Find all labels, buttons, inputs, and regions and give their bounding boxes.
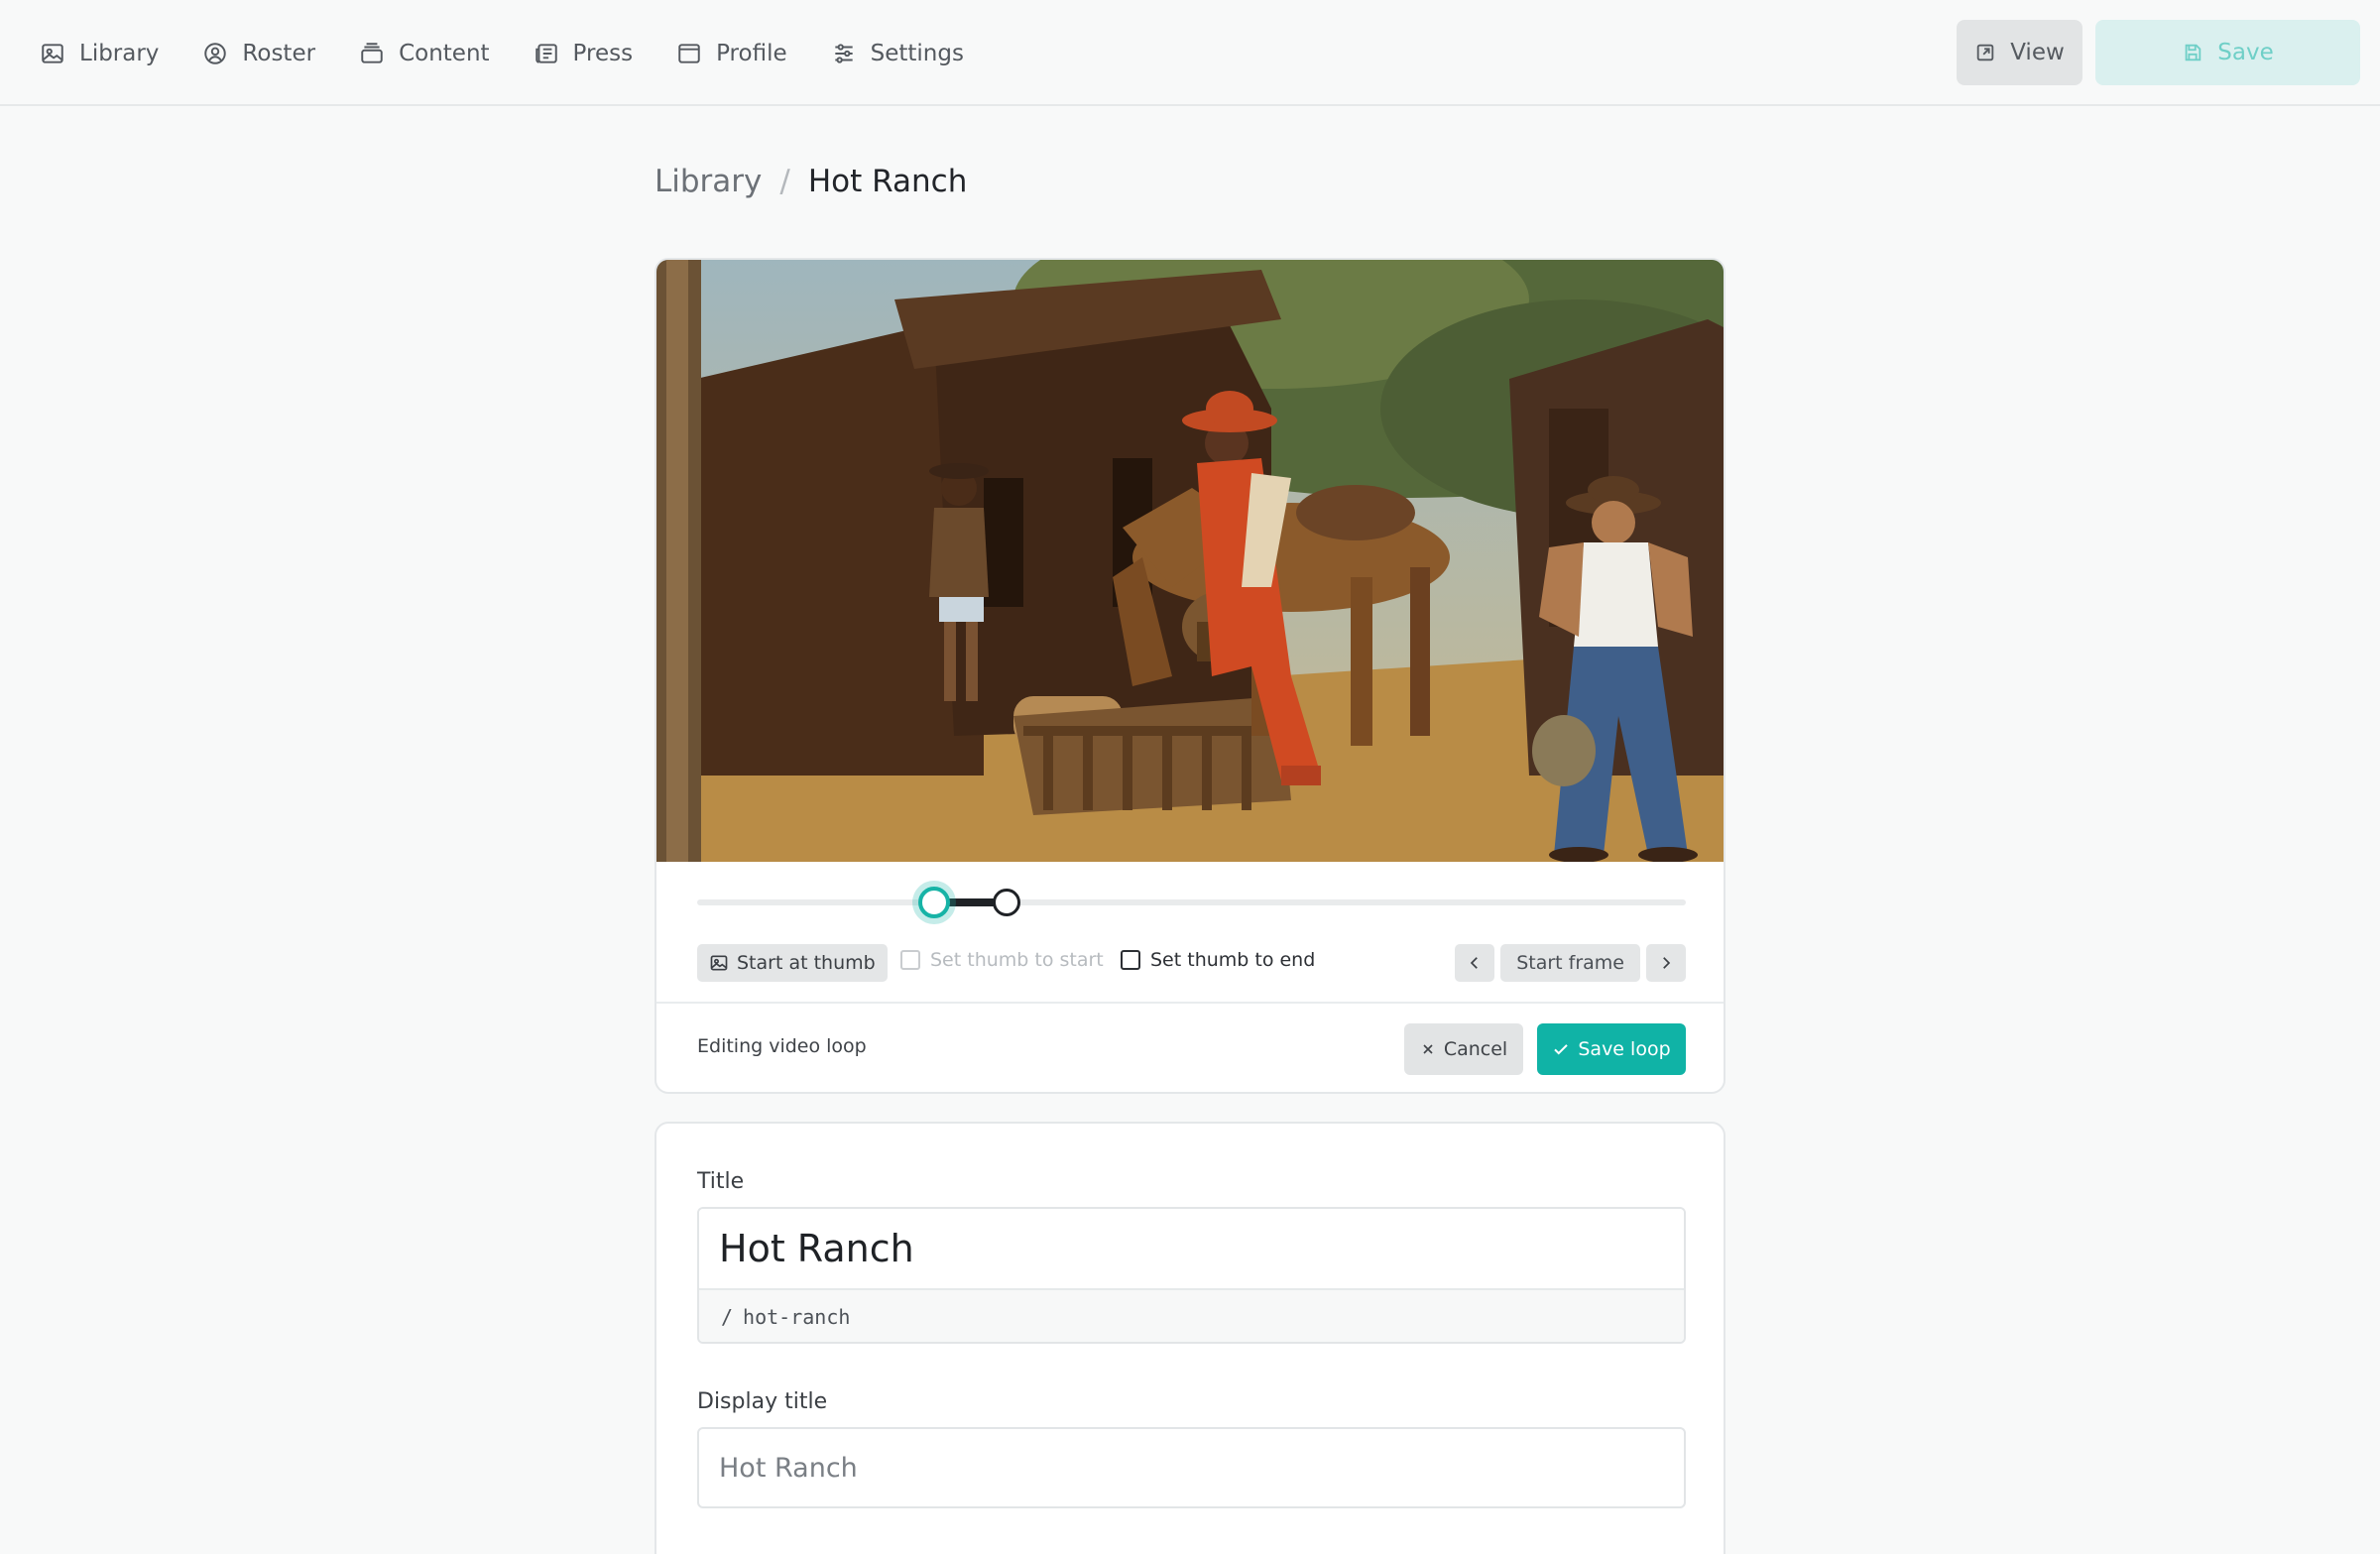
nav-item-roster[interactable]: Roster (202, 24, 315, 83)
title-label: Title (697, 1169, 745, 1194)
nav-item-content[interactable]: Content (359, 24, 490, 83)
check-icon (1554, 1044, 1569, 1055)
nav-label: Profile (716, 40, 787, 66)
nav-label: Roster (242, 40, 316, 66)
close-icon (1423, 1044, 1433, 1054)
save-loop-button[interactable]: Save loop (1537, 1023, 1686, 1075)
divider (656, 1002, 1724, 1004)
chevron-left-icon (1471, 957, 1479, 969)
title-field-group: / hot-ranch (697, 1207, 1686, 1344)
checkbox-square[interactable] (1121, 950, 1140, 970)
checkbox-square (900, 950, 920, 970)
chevron-right-icon (1663, 957, 1671, 969)
user-circle-icon (204, 42, 227, 64)
loop-toolbar: Start at thumb Set thumb to start Set th… (697, 942, 1686, 984)
loop-status-text: Editing video loop (697, 1035, 867, 1057)
breadcrumb-separator: / (779, 164, 790, 199)
nav-label: Press (572, 40, 634, 66)
breadcrumb: Library / Hot Ranch (654, 159, 967, 204)
breadcrumb-parent-link[interactable]: Library (654, 164, 762, 199)
start-at-thumb-label: Start at thumb (737, 952, 876, 974)
cancel-button[interactable]: Cancel (1404, 1023, 1523, 1075)
loop-slider-track[interactable] (697, 899, 1686, 905)
title-input[interactable] (699, 1209, 1684, 1288)
image-icon (42, 43, 63, 63)
loop-end-handle[interactable] (993, 889, 1021, 916)
nav-label: Content (399, 40, 490, 66)
cancel-button-label: Cancel (1443, 1038, 1508, 1060)
save-button[interactable]: Save (2095, 20, 2360, 85)
save-loop-button-label: Save loop (1578, 1038, 1671, 1060)
stack-icon (361, 42, 383, 63)
frame-label: Start frame (1500, 944, 1640, 982)
nav-item-profile[interactable]: Profile (676, 24, 787, 83)
save-button-label: Save (2217, 40, 2274, 65)
sliders-icon (834, 43, 853, 63)
nav-item-press[interactable]: Press (534, 24, 634, 83)
external-link-icon (1976, 44, 1994, 61)
window-icon (678, 43, 700, 63)
loop-start-handle[interactable] (918, 887, 951, 918)
slug-prefix: / (721, 1305, 734, 1329)
set-thumb-to-end-checkbox[interactable]: Set thumb to end (1121, 949, 1315, 971)
view-button-label: View (2010, 40, 2065, 65)
set-thumb-to-start-label: Set thumb to start (930, 949, 1104, 971)
frame-navigator: Start frame (1455, 944, 1686, 982)
details-form: Title / hot-ranch Display title (654, 1122, 1726, 1554)
display-title-input[interactable] (697, 1427, 1686, 1508)
nav-item-library[interactable]: Library (40, 24, 159, 83)
start-at-thumb-button[interactable]: Start at thumb (697, 944, 888, 982)
nav-label: Settings (870, 40, 964, 66)
nav-label: Library (79, 40, 160, 66)
ranch-scene-image (656, 260, 1724, 862)
view-button[interactable]: View (1957, 20, 2082, 85)
top-navigation-bar: Library Roster Content Press Profile Set… (0, 0, 2380, 106)
video-preview[interactable] (656, 260, 1724, 862)
newspaper-icon (535, 43, 557, 63)
image-icon (710, 955, 728, 971)
breadcrumb-current: Hot Ranch (807, 164, 968, 199)
set-thumb-to-start-checkbox: Set thumb to start (900, 949, 1104, 971)
next-frame-button[interactable] (1646, 944, 1686, 982)
set-thumb-to-end-label: Set thumb to end (1150, 949, 1316, 971)
video-loop-editor: Start at thumb Set thumb to start Set th… (654, 258, 1726, 1094)
floppy-disk-icon (2185, 44, 2202, 61)
display-title-label: Display title (697, 1389, 828, 1414)
previous-frame-button[interactable] (1455, 944, 1495, 982)
slug-row[interactable]: / hot-ranch (699, 1288, 1684, 1342)
main-nav: Library Roster Content Press Profile Set… (40, 0, 1008, 106)
nav-item-settings[interactable]: Settings (831, 24, 964, 83)
slug-text: hot-ranch (743, 1305, 851, 1329)
